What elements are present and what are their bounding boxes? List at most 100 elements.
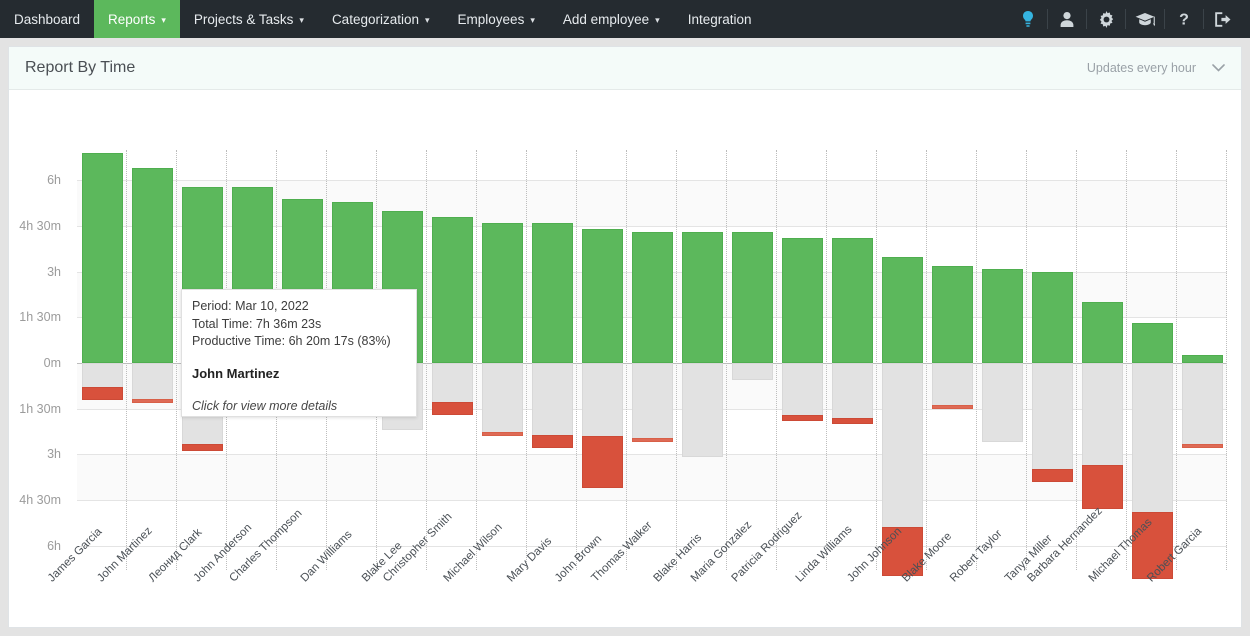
x-gridline [726, 150, 727, 570]
bar-group[interactable] [1031, 150, 1073, 570]
bar-idle[interactable] [131, 363, 173, 403]
chevron-down-icon [1212, 61, 1225, 75]
y-axis-tick-label: 6h [47, 173, 61, 188]
bar-unproductive[interactable] [131, 398, 173, 403]
nav-item-dashboard[interactable]: Dashboard [0, 0, 94, 38]
bar-unproductive[interactable] [531, 435, 573, 449]
bar-productive[interactable] [781, 238, 823, 364]
nav-item-add-employee[interactable]: Add employee ▾ [549, 0, 674, 38]
bar-productive[interactable] [1081, 302, 1123, 364]
help-icon[interactable]: ? [1165, 0, 1203, 38]
gear-icon[interactable] [1087, 0, 1125, 38]
nav-item-label: Integration [687, 11, 752, 27]
x-gridline [776, 150, 777, 570]
bar-group[interactable] [131, 150, 173, 570]
user-icon[interactable] [1048, 0, 1086, 38]
bar-productive[interactable] [531, 223, 573, 364]
bar-group[interactable] [881, 150, 923, 577]
bar-idle[interactable] [981, 363, 1023, 443]
logout-icon[interactable] [1204, 0, 1242, 38]
bar-unproductive[interactable] [181, 443, 223, 452]
nav-item-reports[interactable]: Reports ▾ [94, 0, 180, 38]
bar-idle[interactable] [731, 363, 773, 380]
bar-idle[interactable] [681, 363, 723, 458]
bar-unproductive[interactable] [931, 404, 973, 409]
bar-idle[interactable] [931, 363, 973, 409]
nav-item-projects-tasks[interactable]: Projects & Tasks ▾ [180, 0, 318, 38]
bar-group[interactable] [81, 150, 123, 570]
bar-productive[interactable] [681, 232, 723, 364]
bar-productive[interactable] [931, 265, 973, 364]
bar-group[interactable] [531, 150, 573, 570]
nav-item-label: Employees [457, 11, 525, 27]
bar-productive[interactable] [481, 223, 523, 364]
x-gridline [976, 150, 977, 570]
nav-item-categorization[interactable]: Categorization ▾ [318, 0, 444, 38]
bar-productive[interactable] [881, 256, 923, 364]
y-axis-tick-label: 6h [47, 538, 61, 553]
bar-idle[interactable] [831, 363, 873, 424]
report-card: Report By Time Updates every hour 6h 4h 3… [8, 46, 1242, 628]
bar-group[interactable] [631, 150, 673, 570]
bar-idle[interactable] [1181, 363, 1223, 449]
bar-group[interactable] [731, 150, 773, 570]
x-gridline [126, 150, 127, 570]
bar-group[interactable] [831, 150, 873, 570]
nav-item-label: Add employee [562, 11, 650, 27]
tooltip-period: Period: Mar 10, 2022 [192, 299, 309, 313]
nav-item-integration[interactable]: Integration [674, 0, 766, 38]
bar-group[interactable] [681, 150, 723, 570]
svg-text:?: ? [1179, 12, 1189, 29]
chart-area: 6h 4h 30m 3h 1h 30m 0m 1h 30m 3h 4h 30m 6h James … [9, 90, 1241, 627]
bar-unproductive[interactable] [81, 386, 123, 400]
bar-group[interactable] [1131, 150, 1173, 580]
bar-productive[interactable] [981, 268, 1023, 364]
bar-unproductive[interactable] [1181, 443, 1223, 449]
bar-productive[interactable] [431, 216, 473, 364]
bar-productive[interactable] [1031, 271, 1073, 364]
bar-productive[interactable] [1131, 323, 1173, 364]
bar-group[interactable] [981, 150, 1023, 570]
updates-frequency-dropdown[interactable]: Updates every hour [1087, 61, 1225, 75]
bar-idle[interactable] [631, 363, 673, 443]
x-gridline [826, 150, 827, 570]
bar-unproductive[interactable] [781, 414, 823, 421]
bar-group[interactable] [1181, 150, 1223, 570]
bar-productive[interactable] [131, 168, 173, 364]
bar-group[interactable] [781, 150, 823, 570]
nav-menu: Dashboard Reports ▾ Projects & Tasks ▾ Catego… [0, 0, 766, 38]
bar-productive[interactable] [81, 153, 123, 364]
bar-productive[interactable] [581, 229, 623, 364]
bar-productive[interactable] [1181, 355, 1223, 364]
bar-idle[interactable] [481, 363, 523, 437]
bar-unproductive[interactable] [431, 402, 473, 415]
x-gridline [426, 150, 427, 570]
bar-group[interactable] [1081, 150, 1123, 570]
bar-unproductive[interactable] [631, 438, 673, 443]
bar-idle[interactable] [781, 363, 823, 421]
bar-unproductive[interactable] [581, 436, 623, 488]
y-axis-tick-label: 4h 30m [19, 493, 61, 507]
bar-unproductive[interactable] [1031, 468, 1073, 482]
bar-group[interactable] [431, 150, 473, 570]
x-gridline [876, 150, 877, 570]
bar-unproductive[interactable] [1081, 465, 1123, 510]
bar-productive[interactable] [831, 238, 873, 364]
chevron-down-icon: ▾ [530, 14, 535, 25]
bar-productive[interactable] [631, 232, 673, 364]
nav-item-label: Reports [108, 11, 156, 27]
chevron-down-icon: ▾ [425, 14, 430, 25]
lightbulb-icon[interactable] [1009, 0, 1047, 38]
tooltip-employee-name: John Martinez [192, 365, 280, 381]
bar-unproductive[interactable] [481, 432, 523, 437]
bar-idle[interactable] [1031, 363, 1073, 482]
bar-productive[interactable] [731, 232, 773, 364]
graduation-cap-icon[interactable] [1126, 0, 1164, 38]
x-gridline [1176, 150, 1177, 570]
bar-group[interactable] [581, 150, 623, 570]
bar-group[interactable] [481, 150, 523, 570]
y-axis-tick-label: 1h 30m [19, 401, 61, 416]
bar-unproductive[interactable] [831, 417, 873, 424]
nav-item-employees[interactable]: Employees ▾ [444, 0, 549, 38]
bar-group[interactable] [931, 150, 973, 570]
